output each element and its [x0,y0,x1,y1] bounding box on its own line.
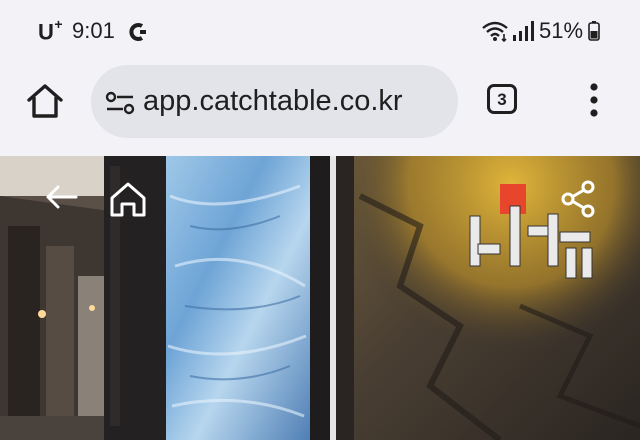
status-bar: U+ 9:01 51% [0,0,640,62]
home-icon[interactable] [108,180,148,218]
address-bar[interactable]: app.catchtable.co.kr [91,65,458,138]
signal-icon [513,21,534,41]
battery-percentage: 51% [539,18,584,43]
restaurant-hero-image [0,156,640,440]
back-arrow-icon[interactable] [44,184,78,210]
more-vert-icon[interactable] [582,80,606,120]
share-icon[interactable] [560,180,596,218]
tab-switcher-button[interactable]: 3 [487,84,517,114]
app-notification-icon [129,23,146,41]
site-settings-icon[interactable] [103,89,137,117]
wifi-icon [482,21,508,42]
battery-icon [588,21,600,41]
home-icon[interactable] [24,80,66,122]
url-text: app.catchtable.co.kr [143,85,403,117]
hero-photo [0,156,640,440]
carrier-label: U+ [38,16,64,45]
browser-toolbar: app.catchtable.co.kr 3 [0,62,640,156]
status-time: 9:01 [72,18,115,43]
